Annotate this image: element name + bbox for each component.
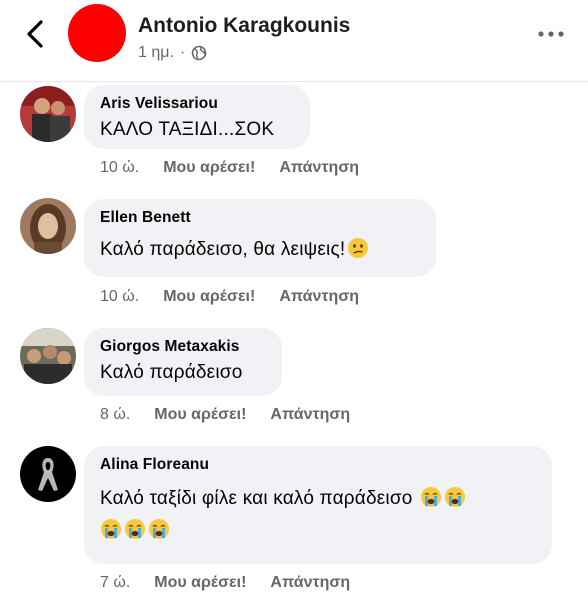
- back-arrow-icon[interactable]: [22, 18, 50, 50]
- more-options-icon[interactable]: [536, 26, 566, 42]
- comment-text: Καλό παράδεισο, θα λειψεις!: [100, 239, 346, 260]
- confused-face-icon: [348, 238, 369, 258]
- post-header: Antonio Karagkounis 1 ημ. ·: [0, 0, 588, 82]
- comment-time[interactable]: 8 ώ.: [100, 406, 130, 424]
- commenter-avatar[interactable]: [20, 86, 76, 142]
- poster-name[interactable]: Antonio Karagkounis: [138, 14, 350, 38]
- commenter-avatar[interactable]: [20, 328, 76, 384]
- crying-face-icon: [149, 519, 169, 539]
- comment-bubble[interactable]: Giorgos Metaxakis Καλό παράδεισο: [84, 328, 282, 396]
- comment-bubble[interactable]: Aris Velissariou ΚΑΛΟ ΤΑΞΙΔΙ...ΣΟΚ: [84, 85, 310, 149]
- comment-time[interactable]: 10 ώ.: [100, 159, 139, 177]
- commenter-avatar[interactable]: [20, 198, 76, 254]
- crying-face-icon: [101, 519, 121, 539]
- comment-actions: 8 ώ. Μου αρέσει! Απάντηση: [100, 406, 350, 424]
- comment-bubble[interactable]: Alina Floreanu Καλό ταξίδι φίλε και καλό…: [84, 446, 552, 564]
- like-link[interactable]: Μου αρέσει!: [154, 574, 246, 592]
- comment-text: ΚΑΛΟ ΤΑΞΙΔΙ...ΣΟΚ: [100, 119, 275, 140]
- comment-emoji-row: [100, 518, 536, 544]
- like-link[interactable]: Μου αρέσει!: [163, 159, 255, 177]
- comment-bubble[interactable]: Ellen Benett Καλό παράδεισο, θα λειψεις!: [84, 199, 436, 277]
- globe-icon: [191, 45, 207, 61]
- comment-actions: 10 ώ. Μου αρέσει! Απάντηση: [100, 159, 359, 177]
- crying-face-icon: [421, 487, 442, 507]
- reply-link[interactable]: Απάντηση: [279, 159, 359, 177]
- comment-author[interactable]: Giorgos Metaxakis: [100, 338, 266, 356]
- comment-author[interactable]: Alina Floreanu: [100, 456, 536, 474]
- reply-link[interactable]: Απάντηση: [279, 288, 359, 306]
- crying-face-icon: [445, 487, 466, 507]
- commenter-avatar[interactable]: [20, 446, 76, 502]
- reply-link[interactable]: Απάντηση: [270, 574, 350, 592]
- poster-avatar[interactable]: [68, 4, 126, 62]
- like-link[interactable]: Μου αρέσει!: [163, 288, 255, 306]
- comment-text: Καλό ταξίδι φίλε και καλό παράδεισο: [100, 488, 413, 509]
- comment-text-row: Καλό ταξίδι φίλε και καλό παράδεισο: [100, 486, 536, 512]
- comment-time[interactable]: 10 ώ.: [100, 288, 139, 306]
- comment-text-row: Καλό παράδεισο, θα λειψεις!: [100, 237, 420, 263]
- like-link[interactable]: Μου αρέσει!: [154, 406, 246, 424]
- post-time[interactable]: 1 ημ.: [138, 44, 174, 62]
- comment-author[interactable]: Aris Velissariou: [100, 95, 294, 113]
- comment-actions: 10 ώ. Μου αρέσει! Απάντηση: [100, 288, 359, 306]
- meta-separator: ·: [179, 44, 186, 61]
- crying-face-icon: [125, 519, 145, 539]
- post-meta: 1 ημ. ·: [138, 44, 207, 62]
- comment-actions: 7 ώ. Μου αρέσει! Απάντηση: [100, 574, 350, 592]
- comment-text: Καλό παράδεισο: [100, 362, 243, 383]
- comment-time[interactable]: 7 ώ.: [100, 574, 130, 592]
- comment-author[interactable]: Ellen Benett: [100, 209, 420, 227]
- reply-link[interactable]: Απάντηση: [270, 406, 350, 424]
